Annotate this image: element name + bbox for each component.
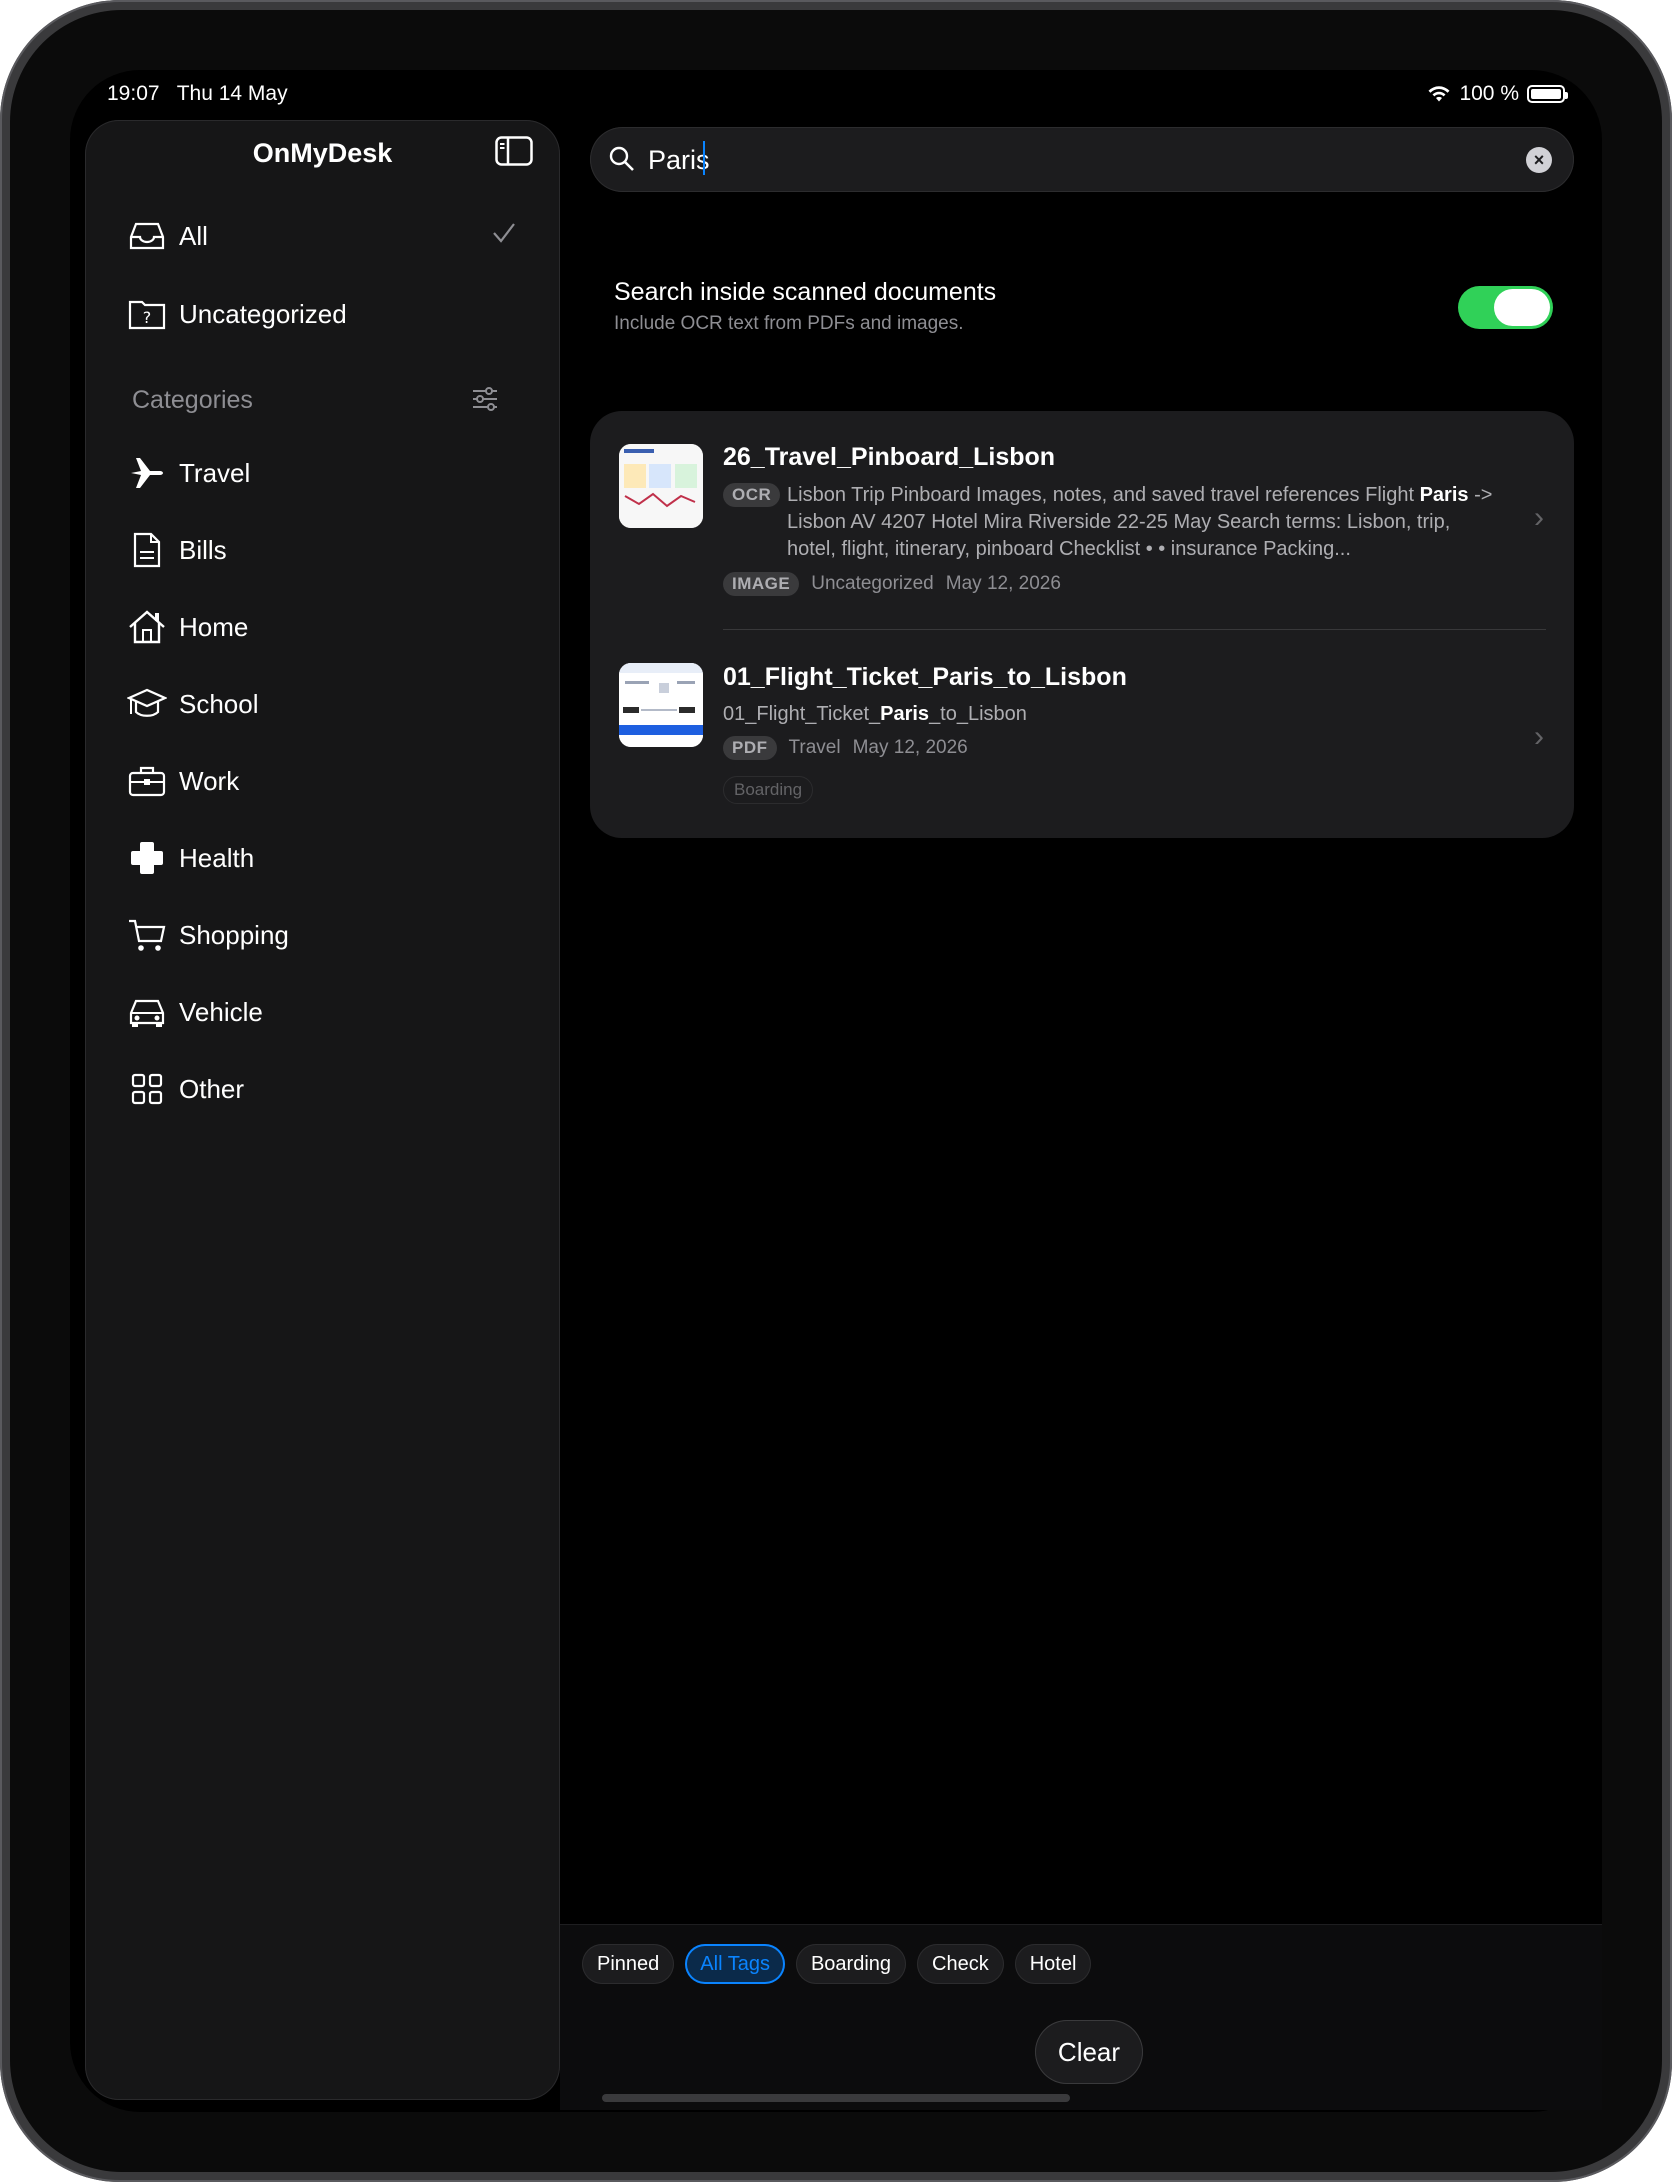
sidebar-title: OnMyDesk bbox=[252, 138, 393, 168]
result-item[interactable]: 26_Travel_Pinboard_Lisbon OCR Lisbon Tri… bbox=[590, 411, 1574, 629]
result-snippet: 01_Flight_Ticket_Paris_to_Lisbon bbox=[723, 701, 1027, 728]
sidebar-item-label: Work bbox=[179, 765, 240, 796]
sidebar-item-work[interactable]: Work bbox=[127, 753, 527, 809]
car-icon bbox=[127, 992, 167, 1032]
sidebar-item-other[interactable]: Other bbox=[127, 1061, 527, 1117]
chevron-right-icon: › bbox=[1534, 720, 1544, 753]
sidebar-item-label: Uncategorized bbox=[179, 298, 347, 329]
battery-icon bbox=[1527, 85, 1568, 103]
sidebar-item-uncategorized[interactable]: ? Uncategorized bbox=[127, 286, 527, 342]
sidebar-item-label: Bills bbox=[179, 534, 227, 565]
chip-all-tags[interactable]: All Tags bbox=[685, 1944, 785, 1984]
snippet-highlight: Paris bbox=[1419, 484, 1469, 506]
search-results: 26_Travel_Pinboard_Lisbon OCR Lisbon Tri… bbox=[590, 411, 1574, 838]
result-category: Travel bbox=[788, 737, 841, 758]
result-item[interactable]: 01_Flight_Ticket_Paris_to_Lisbon 01_Flig… bbox=[590, 630, 1574, 838]
result-thumbnail bbox=[619, 444, 703, 528]
ocr-option-title: Search inside scanned documents bbox=[614, 278, 997, 306]
ocr-badge: OCR bbox=[723, 483, 781, 507]
sidebar-item-vehicle[interactable]: Vehicle bbox=[127, 984, 527, 1040]
document-icon bbox=[127, 530, 167, 570]
result-meta: PDF Travel May 12, 2026 bbox=[723, 736, 968, 760]
result-snippet: Lisbon Trip Pinboard Images, notes, and … bbox=[787, 482, 1527, 563]
result-tag: Boarding bbox=[723, 776, 814, 804]
snippet-text: -> bbox=[1468, 484, 1493, 506]
sidebar-item-label: School bbox=[179, 688, 259, 719]
snippet-text: _to_Lisbon bbox=[929, 703, 1027, 725]
sidebar-item-label: Health bbox=[179, 842, 255, 873]
status-time: 19:07 bbox=[107, 82, 160, 105]
sidebar-item-shopping[interactable]: Shopping bbox=[127, 907, 527, 963]
sidebar-item-all[interactable]: All bbox=[127, 208, 527, 264]
sidebar-item-travel[interactable]: Travel bbox=[127, 445, 527, 501]
sidebar-item-label: Other bbox=[179, 1073, 245, 1104]
chevron-right-icon: › bbox=[1534, 501, 1544, 534]
sidebar-toggle-icon[interactable] bbox=[495, 136, 533, 166]
type-badge: IMAGE bbox=[723, 572, 800, 596]
snippet-highlight: Paris bbox=[880, 703, 930, 725]
sidebar-item-bills[interactable]: Bills bbox=[127, 522, 527, 578]
cross-icon bbox=[127, 838, 167, 878]
result-title: 26_Travel_Pinboard_Lisbon bbox=[723, 443, 1056, 471]
cart-icon bbox=[127, 915, 167, 955]
battery-percent: 100 % bbox=[1459, 82, 1519, 105]
sidebar-item-label: Shopping bbox=[179, 919, 289, 950]
sidebar-item-school[interactable]: School bbox=[127, 676, 527, 732]
sidebar-item-label: Vehicle bbox=[179, 996, 263, 1027]
search-icon bbox=[609, 146, 634, 171]
toggle-knob bbox=[1494, 289, 1550, 326]
briefcase-icon bbox=[127, 761, 167, 801]
result-title: 01_Flight_Ticket_Paris_to_Lisbon bbox=[723, 663, 1127, 691]
airplane-icon bbox=[127, 453, 167, 493]
grid-icon bbox=[127, 1069, 167, 1109]
ocr-toggle[interactable] bbox=[1458, 286, 1553, 329]
sidebar-item-label: Home bbox=[179, 611, 249, 642]
result-category: Uncategorized bbox=[811, 573, 934, 594]
result-thumbnail bbox=[619, 663, 703, 747]
status-date: Thu 14 May bbox=[176, 82, 288, 105]
sidebar-item-label: All bbox=[179, 220, 208, 251]
wifi-icon bbox=[1428, 86, 1450, 102]
inbox-tray-icon bbox=[127, 216, 167, 256]
chip-hotel[interactable]: Hotel bbox=[1014, 1944, 1092, 1984]
snippet-text: 01_Flight_Ticket_ bbox=[723, 703, 881, 725]
search-input[interactable] bbox=[648, 141, 1448, 179]
result-meta: IMAGE Uncategorized May 12, 2026 bbox=[723, 572, 1061, 596]
search-bar[interactable]: × bbox=[590, 127, 1574, 192]
folder-question-icon: ? bbox=[127, 294, 167, 334]
tag-filter-chips: Pinned All Tags Boarding Check Hotel bbox=[582, 1944, 1092, 1984]
house-icon bbox=[127, 607, 167, 647]
snippet-text: Lisbon Trip Pinboard Images, notes, and … bbox=[787, 484, 1420, 506]
status-time-date: 19:07 Thu 14 May bbox=[107, 82, 288, 106]
type-badge: PDF bbox=[723, 736, 777, 760]
ocr-option-subtitle: Include OCR text from PDFs and images. bbox=[614, 313, 964, 334]
chip-boarding[interactable]: Boarding bbox=[795, 1944, 907, 1984]
clear-button[interactable]: Clear bbox=[1035, 2020, 1143, 2084]
result-date: May 12, 2026 bbox=[852, 737, 968, 758]
home-indicator[interactable] bbox=[602, 2094, 1070, 2102]
svg-text:?: ? bbox=[143, 308, 152, 327]
categories-header: Categories bbox=[132, 386, 253, 414]
sidebar-item-home[interactable]: Home bbox=[127, 599, 527, 655]
graduation-cap-icon bbox=[127, 684, 167, 724]
snippet-text: Lisbon AV 4207 Hotel Mira Riverside 22-2… bbox=[787, 511, 1451, 533]
sidebar: OnMyDesk All ? Uncategorized Categories … bbox=[85, 120, 560, 2100]
snippet-text: hotel, flight, itinerary, pinboard Check… bbox=[787, 538, 1351, 560]
clear-search-icon[interactable]: × bbox=[1526, 147, 1552, 173]
chip-pinned[interactable]: Pinned bbox=[582, 1944, 675, 1984]
text-cursor bbox=[703, 141, 705, 175]
status-indicators: 100 % bbox=[1427, 82, 1568, 106]
filter-sliders-icon[interactable] bbox=[470, 384, 500, 414]
result-date: May 12, 2026 bbox=[945, 573, 1061, 594]
sidebar-item-health[interactable]: Health bbox=[127, 830, 527, 886]
checkmark-icon bbox=[493, 223, 515, 243]
chip-check[interactable]: Check bbox=[917, 1944, 1004, 1984]
sidebar-item-label: Travel bbox=[179, 457, 251, 488]
